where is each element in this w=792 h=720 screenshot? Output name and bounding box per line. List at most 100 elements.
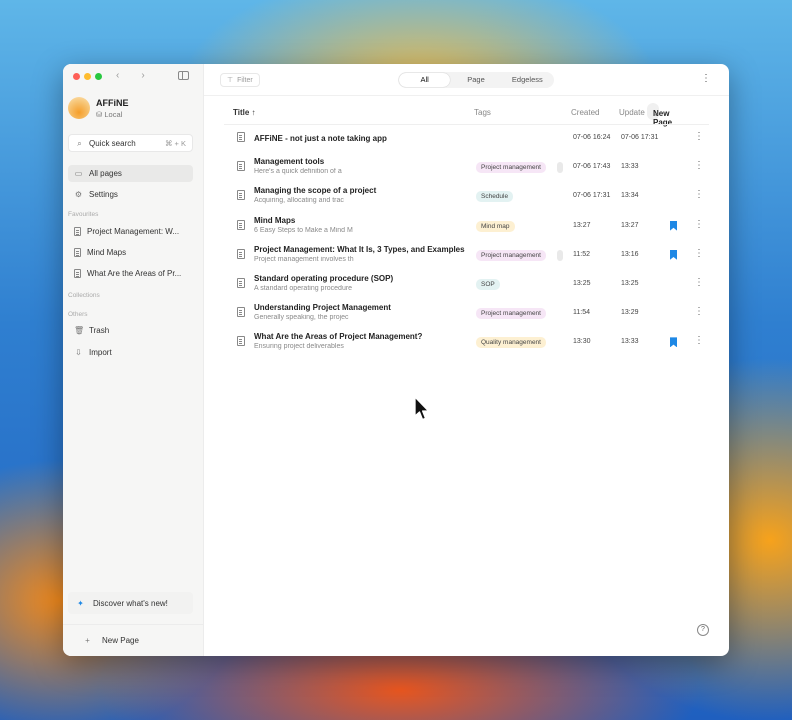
workspace-name: AFFiNE: [96, 97, 129, 108]
plus-icon: +: [85, 636, 90, 645]
discover-whats-new[interactable]: ✦ Discover what's new!: [68, 592, 193, 614]
minimize-window-button[interactable]: [84, 73, 91, 80]
row-created: 13:30: [573, 338, 591, 346]
row-more-icon[interactable]: ⋮: [694, 131, 704, 142]
row-title: Standard operating procedure (SOP): [254, 274, 394, 283]
sidebar-item-import[interactable]: ⇩ Import: [68, 344, 193, 361]
sidebar-item-settings[interactable]: ⚙ Settings: [68, 186, 193, 203]
row-more-icon[interactable]: ⋮: [694, 248, 704, 259]
page-icon: [74, 269, 81, 278]
others-section-title: Others: [68, 311, 88, 318]
page-icon: [237, 307, 245, 318]
forward-arrow-icon[interactable]: ›: [141, 70, 144, 81]
close-window-button[interactable]: [73, 73, 80, 80]
bookmark-icon[interactable]: [670, 249, 677, 260]
row-more-icon[interactable]: ⋮: [694, 219, 704, 230]
new-page-button[interactable]: New Page ⌄: [647, 103, 672, 127]
table-row[interactable]: Project Management: What It Is, 3 Types,…: [224, 241, 704, 270]
row-preview: Acquiring, allocating and trac: [254, 197, 344, 205]
quick-search[interactable]: ⌕ Quick search ⌘ + K: [68, 134, 193, 152]
row-created: 11:52: [573, 250, 590, 258]
app-window: ‹ › AFFiNE ⛁ Local ⌕ Quick search ⌘ + K …: [63, 64, 729, 656]
row-updated: 13:29: [621, 309, 639, 317]
import-icon: ⇩: [75, 348, 82, 357]
column-tags[interactable]: Tags: [474, 108, 491, 117]
column-title[interactable]: Title ↑: [233, 108, 256, 117]
favourite-item[interactable]: Mind Maps: [68, 244, 193, 261]
sidebar-item-label: All pages: [89, 169, 122, 178]
tab-page[interactable]: Page: [450, 73, 501, 87]
row-more-icon[interactable]: ⋮: [694, 335, 704, 346]
bookmark-icon[interactable]: [670, 337, 677, 348]
workspace-switcher[interactable]: AFFiNE ⛁ Local: [68, 97, 129, 119]
table-row[interactable]: Understanding Project Management Generall…: [224, 299, 704, 328]
column-title-label: Title: [233, 108, 250, 117]
tag-overflow-badge: [557, 249, 563, 261]
help-icon[interactable]: ?: [697, 624, 709, 636]
filter-button[interactable]: ⊤ Filter: [220, 73, 260, 87]
row-more-icon[interactable]: ⋮: [694, 277, 704, 288]
tag-badge: Quality management: [476, 337, 546, 349]
tag-overflow-badge: [557, 162, 563, 174]
more-vertical-icon[interactable]: ⋮: [701, 73, 711, 84]
row-preview: A standard operating procedure: [254, 285, 353, 292]
collections-section-title: Collections: [68, 292, 100, 299]
quick-search-shortcut: ⌘ + K: [164, 138, 186, 148]
chevron-down-icon[interactable]: ⌄: [653, 109, 660, 118]
favourite-item[interactable]: What Are the Areas of Pr...: [68, 265, 193, 282]
column-updated[interactable]: Update: [619, 108, 645, 117]
row-more-icon[interactable]: ⋮: [694, 189, 704, 200]
favourite-item[interactable]: Project Management: W...: [68, 223, 193, 240]
zoom-window-button[interactable]: [95, 73, 102, 80]
row-updated: 13:16: [621, 250, 639, 258]
page-icon: [74, 227, 81, 236]
page-icon: [237, 219, 245, 230]
sidebar-item-trash[interactable]: 🗑 Trash: [68, 322, 193, 339]
tag-badge: Project management: [476, 308, 546, 320]
row-preview: Here's a quick definition of a: [254, 168, 342, 176]
sidebar: ‹ › AFFiNE ⛁ Local ⌕ Quick search ⌘ + K …: [63, 64, 204, 656]
page-icon: [237, 336, 245, 347]
sidebar-item-label: Import: [89, 348, 112, 357]
row-title: Managing the scope of a project: [254, 186, 377, 196]
workspace-storage: ⛁ Local: [96, 110, 129, 119]
column-created[interactable]: Created: [571, 108, 599, 117]
row-updated: 13:27: [621, 221, 639, 229]
back-arrow-icon[interactable]: ‹: [116, 70, 119, 81]
table-header: Title ↑ Tags Created Update New Page ⌄: [204, 102, 729, 127]
table-row[interactable]: Standard operating procedure (SOP) A stan…: [224, 270, 704, 299]
row-title: What Are the Areas of Project Management…: [254, 332, 423, 342]
row-preview: 6 Easy Steps to Make a Mind M: [254, 226, 353, 234]
table-row[interactable]: What Are the Areas of Project Management…: [224, 328, 704, 357]
folder-icon: ▭: [74, 169, 83, 178]
page-icon: [237, 278, 245, 288]
filter-icon: ⊤: [227, 77, 234, 84]
row-more-icon[interactable]: ⋮: [694, 306, 704, 317]
row-more-icon[interactable]: ⋮: [694, 160, 704, 171]
sidebar-new-page-button[interactable]: + New Page: [63, 624, 204, 656]
sidebar-item-label: Trash: [89, 326, 110, 335]
sort-arrow-up-icon: ↑: [251, 108, 256, 117]
row-created: 13:27: [573, 221, 591, 229]
row-updated: 07-06 17:31: [621, 134, 659, 141]
sidebar-toggle-icon[interactable]: [178, 71, 189, 80]
table-row[interactable]: Mind Maps 6 Easy Steps to Make a Mind M Mi…: [224, 212, 704, 241]
tab-all[interactable]: All: [399, 73, 451, 87]
page-icon: [237, 248, 245, 259]
row-preview: Project management involves th: [254, 255, 354, 263]
bookmark-icon[interactable]: [670, 220, 677, 231]
sidebar-item-label: Project Management: W...: [87, 227, 180, 236]
tag-badge: Mind map: [476, 220, 515, 232]
view-switcher: All Page Edgeless: [398, 72, 554, 88]
table-row[interactable]: Managing the scope of a project Acquiring…: [224, 182, 704, 211]
page-icon: [74, 248, 81, 257]
search-icon: ⌕: [77, 138, 82, 148]
sidebar-item-all-pages[interactable]: ▭ All pages: [68, 165, 193, 182]
workspace-storage-label: Local: [104, 109, 123, 119]
table-row[interactable]: AFFiNE - not just a note taking app 07-06…: [224, 124, 704, 153]
row-title: Mind Maps: [254, 215, 296, 225]
filter-label: Filter: [237, 76, 253, 84]
table-row[interactable]: Management tools Here's a quick definitio…: [224, 153, 704, 182]
tab-edgeless[interactable]: Edgeless: [502, 73, 553, 87]
workspace-avatar: [68, 97, 90, 119]
